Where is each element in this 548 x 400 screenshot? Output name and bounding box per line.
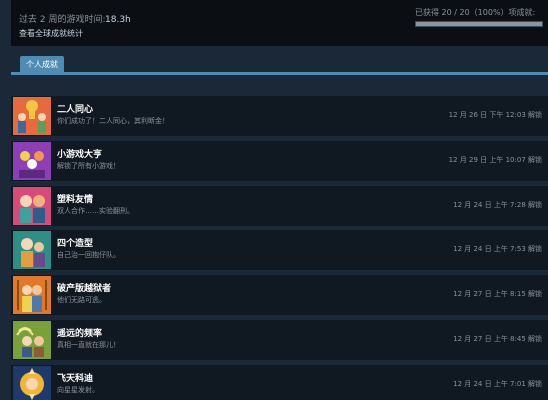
achievement-text: 塑料友情 双人合作……实验翻刑。 xyxy=(57,195,134,216)
achievements-page: 过去 2 周的游戏时间: 18.3h 查看全球成就统计 已获得 20 / 20（… xyxy=(0,0,548,400)
achievement-desc: 真相一直就在那儿！ xyxy=(57,340,120,349)
tab-personal-achievements[interactable]: 个人成就 xyxy=(20,56,64,73)
achievement-row[interactable]: 四个造型 自己治一回抱仔队。 12 月 24 日 上午 7:53 解锁 xyxy=(11,230,548,271)
achievement-unlock-date: 12 月 24 日 上午 7:28 解锁 xyxy=(453,200,542,209)
achievement-unlock-date: 12 月 27 日 上午 8:15 解锁 xyxy=(453,290,542,299)
four-looks-icon xyxy=(13,231,51,270)
flying-cody-icon-art xyxy=(13,365,51,400)
achievement-row[interactable]: 飞天科迪 向星星发射。 12 月 24 日 上午 7:01 解锁 xyxy=(11,364,548,400)
stats-header: 过去 2 周的游戏时间: 18.3h 查看全球成就统计 已获得 20 / 20（… xyxy=(11,0,548,46)
achievement-title: 飞天科迪 xyxy=(57,373,94,384)
playtime-block: 过去 2 周的游戏时间: 18.3h 查看全球成就统计 xyxy=(19,12,131,39)
achievement-title: 四个造型 xyxy=(57,239,94,250)
achievement-unlock-date: 12 月 29 日 上午 10:07 解锁 xyxy=(448,155,542,164)
achievement-title: 二人同心 xyxy=(57,105,94,115)
achievement-title: 塑料友情 xyxy=(57,194,94,205)
achievement-desc: 他们无路可逃。 xyxy=(57,296,106,305)
distant-frequency-icon-art xyxy=(13,320,51,359)
progress-fill xyxy=(416,22,542,26)
achievement-unlock-date: 12 月 24 日 上午 7:53 解锁 xyxy=(453,245,542,254)
achievement-desc: 向星星发射。 xyxy=(57,385,99,394)
achievement-title: 遥远的频率 xyxy=(57,328,103,339)
achievement-text: 小游戏大亨 解锁了所有小游戏！ xyxy=(57,150,120,171)
achievement-desc: 你们成功了！二人同心，其利断金！ xyxy=(57,117,169,125)
trophy-couple-icon-art xyxy=(13,97,51,135)
achievement-text: 二人同心 你们成功了！二人同心，其利断金！ xyxy=(57,105,169,126)
tabs-underline xyxy=(11,72,548,75)
minigame-crowd-icon-art xyxy=(13,141,51,180)
distant-frequency-icon xyxy=(13,320,51,359)
four-looks-icon-art xyxy=(13,231,51,270)
achievement-text: 遥远的频率 真相一直就在那儿！ xyxy=(57,329,120,350)
minigame-crowd-icon xyxy=(13,141,51,180)
progress-block: 已获得 20 / 20（100%）项成就: xyxy=(415,7,543,27)
achievement-list: 二人同心 你们成功了！二人同心，其利断金！ 12 月 26 日 下午 12:03… xyxy=(11,96,548,400)
achievement-row[interactable]: 遥远的频率 真相一直就在那儿！ 12 月 27 日 上午 8:45 解锁 xyxy=(11,319,548,360)
prison-escape-icon-art xyxy=(13,276,51,315)
trophy-couple-icon xyxy=(13,97,51,135)
achievement-unlock-date: 12 月 26 日 下午 12:03 解锁 xyxy=(448,111,542,119)
achievement-row[interactable]: 塑料友情 双人合作……实验翻刑。 12 月 24 日 上午 7:28 解锁 xyxy=(11,185,548,226)
achievement-desc: 自己治一回抱仔队。 xyxy=(57,251,120,260)
achievement-desc: 解锁了所有小游戏！ xyxy=(57,161,120,170)
achievement-title: 小游戏大亨 xyxy=(57,149,103,160)
flying-cody-icon xyxy=(13,365,51,400)
achievement-title: 破产版越狱者 xyxy=(57,284,112,295)
plastic-friends-icon-art xyxy=(13,186,51,225)
global-stats-link[interactable]: 查看全球成就统计 xyxy=(19,28,131,39)
plastic-friends-icon xyxy=(13,186,51,225)
achievement-row[interactable]: 破产版越狱者 他们无路可逃。 12 月 27 日 上午 8:15 解锁 xyxy=(11,275,548,316)
playtime-label: 过去 2 周的游戏时间: xyxy=(19,15,106,25)
achievement-row[interactable]: 二人同心 你们成功了！二人同心，其利断金！ 12 月 26 日 下午 12:03… xyxy=(11,96,548,136)
achievement-text: 飞天科迪 向星星发射。 xyxy=(57,374,99,395)
playtime-line: 过去 2 周的游戏时间: 18.3h xyxy=(19,12,131,25)
playtime-value: 18.3h xyxy=(105,15,131,25)
achievement-unlock-date: 12 月 24 日 上午 7:01 解锁 xyxy=(453,379,542,388)
progress-label: 已获得 20 / 20（100%）项成就: xyxy=(415,8,536,17)
progress-bar xyxy=(415,21,543,27)
achievement-text: 破产版越狱者 他们无路可逃。 xyxy=(57,284,111,305)
achievement-row[interactable]: 小游戏大亨 解锁了所有小游戏！ 12 月 29 日 上午 10:07 解锁 xyxy=(11,140,548,181)
achievement-desc: 双人合作……实验翻刑。 xyxy=(57,206,134,215)
prison-escape-icon xyxy=(13,276,51,315)
achievement-unlock-date: 12 月 27 日 上午 8:45 解锁 xyxy=(453,334,542,343)
achievement-text: 四个造型 自己治一回抱仔队。 xyxy=(57,239,120,260)
